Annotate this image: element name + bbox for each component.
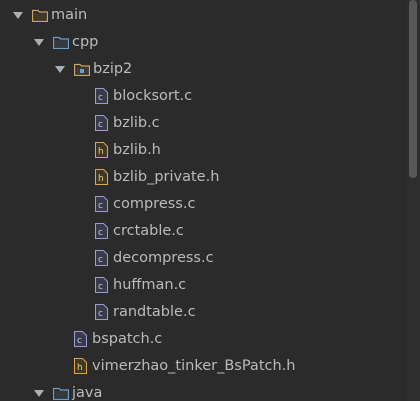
svg-text:c: c <box>98 201 103 211</box>
c-file-icon: c <box>95 250 108 266</box>
c-file-icon: c <box>95 277 108 293</box>
tree-node-cpp[interactable]: cpp <box>0 29 404 56</box>
h-file-icon: h <box>74 358 87 374</box>
tree-file-bspatch-c[interactable]: c bspatch.c <box>0 326 404 353</box>
project-tree: main cpp bzip2 c blocksort.c c bzlib.c h… <box>0 0 420 401</box>
tree-file-blocksort-c[interactable]: c blocksort.c <box>0 83 404 110</box>
h-file-icon: h <box>95 142 108 158</box>
tree-node-label: cpp <box>72 34 99 50</box>
svg-text:h: h <box>98 147 104 157</box>
svg-text:c: c <box>98 228 103 238</box>
tree-node-label: bzlib_private.h <box>113 169 220 185</box>
tree-file-vimerzhao-tinker-bspatch-h[interactable]: h vimerzhao_tinker_BsPatch.h <box>0 353 404 380</box>
tree-file-crctable-c[interactable]: c crctable.c <box>0 218 404 245</box>
scrollbar-thumb[interactable] <box>409 0 417 178</box>
folder-icon <box>53 36 69 49</box>
tree-node-label: crctable.c <box>113 223 184 239</box>
c-file-icon: c <box>95 196 108 212</box>
vertical-scrollbar[interactable] <box>406 0 420 401</box>
svg-text:h: h <box>98 174 104 184</box>
svg-text:h: h <box>77 363 83 373</box>
tree-node-label: compress.c <box>113 196 196 212</box>
tree-node-label: vimerzhao_tinker_BsPatch.h <box>92 358 296 374</box>
h-file-icon: h <box>95 169 108 185</box>
tree-file-bzlib-private-h[interactable]: h bzlib_private.h <box>0 164 404 191</box>
tree-node-label: huffman.c <box>113 277 187 293</box>
tree-node-label: bspatch.c <box>92 331 163 347</box>
tree-file-bzlib-c[interactable]: c bzlib.c <box>0 110 404 137</box>
package-folder-icon <box>74 63 90 76</box>
chevron-down-icon[interactable] <box>55 66 65 73</box>
tree-file-compress-c[interactable]: c compress.c <box>0 191 404 218</box>
c-file-icon: c <box>95 88 108 104</box>
svg-text:c: c <box>98 93 103 103</box>
chevron-down-icon[interactable] <box>13 12 23 19</box>
c-file-icon: c <box>74 331 87 347</box>
tree-file-huffman-c[interactable]: c huffman.c <box>0 272 404 299</box>
svg-text:c: c <box>98 120 103 130</box>
tree-node-label: bzlib.c <box>113 115 160 131</box>
folder-icon <box>32 9 48 22</box>
tree-node-label: randtable.c <box>113 304 196 320</box>
svg-text:c: c <box>98 309 103 319</box>
tree-node-label: bzip2 <box>93 61 133 77</box>
tree-file-randtable-c[interactable]: c randtable.c <box>0 299 404 326</box>
tree-node-label: java <box>72 385 103 401</box>
chevron-down-icon[interactable] <box>34 39 44 46</box>
tree-node-label: blocksort.c <box>113 88 193 104</box>
tree-node-label: main <box>51 7 88 23</box>
tree-file-bzlib-h[interactable]: h bzlib.h <box>0 137 404 164</box>
tree-node-main[interactable]: main <box>0 2 404 29</box>
tree-node-java[interactable]: java <box>0 380 404 401</box>
chevron-down-icon[interactable] <box>34 390 44 397</box>
c-file-icon: c <box>95 304 108 320</box>
tree-file-decompress-c[interactable]: c decompress.c <box>0 245 404 272</box>
folder-icon <box>53 387 69 400</box>
tree-node-bzip2[interactable]: bzip2 <box>0 56 404 83</box>
svg-text:c: c <box>98 282 103 292</box>
svg-text:c: c <box>98 255 103 265</box>
tree-node-label: bzlib.h <box>113 142 161 158</box>
svg-text:c: c <box>77 336 82 346</box>
tree-node-label: decompress.c <box>113 250 214 266</box>
c-file-icon: c <box>95 223 108 239</box>
c-file-icon: c <box>95 115 108 131</box>
